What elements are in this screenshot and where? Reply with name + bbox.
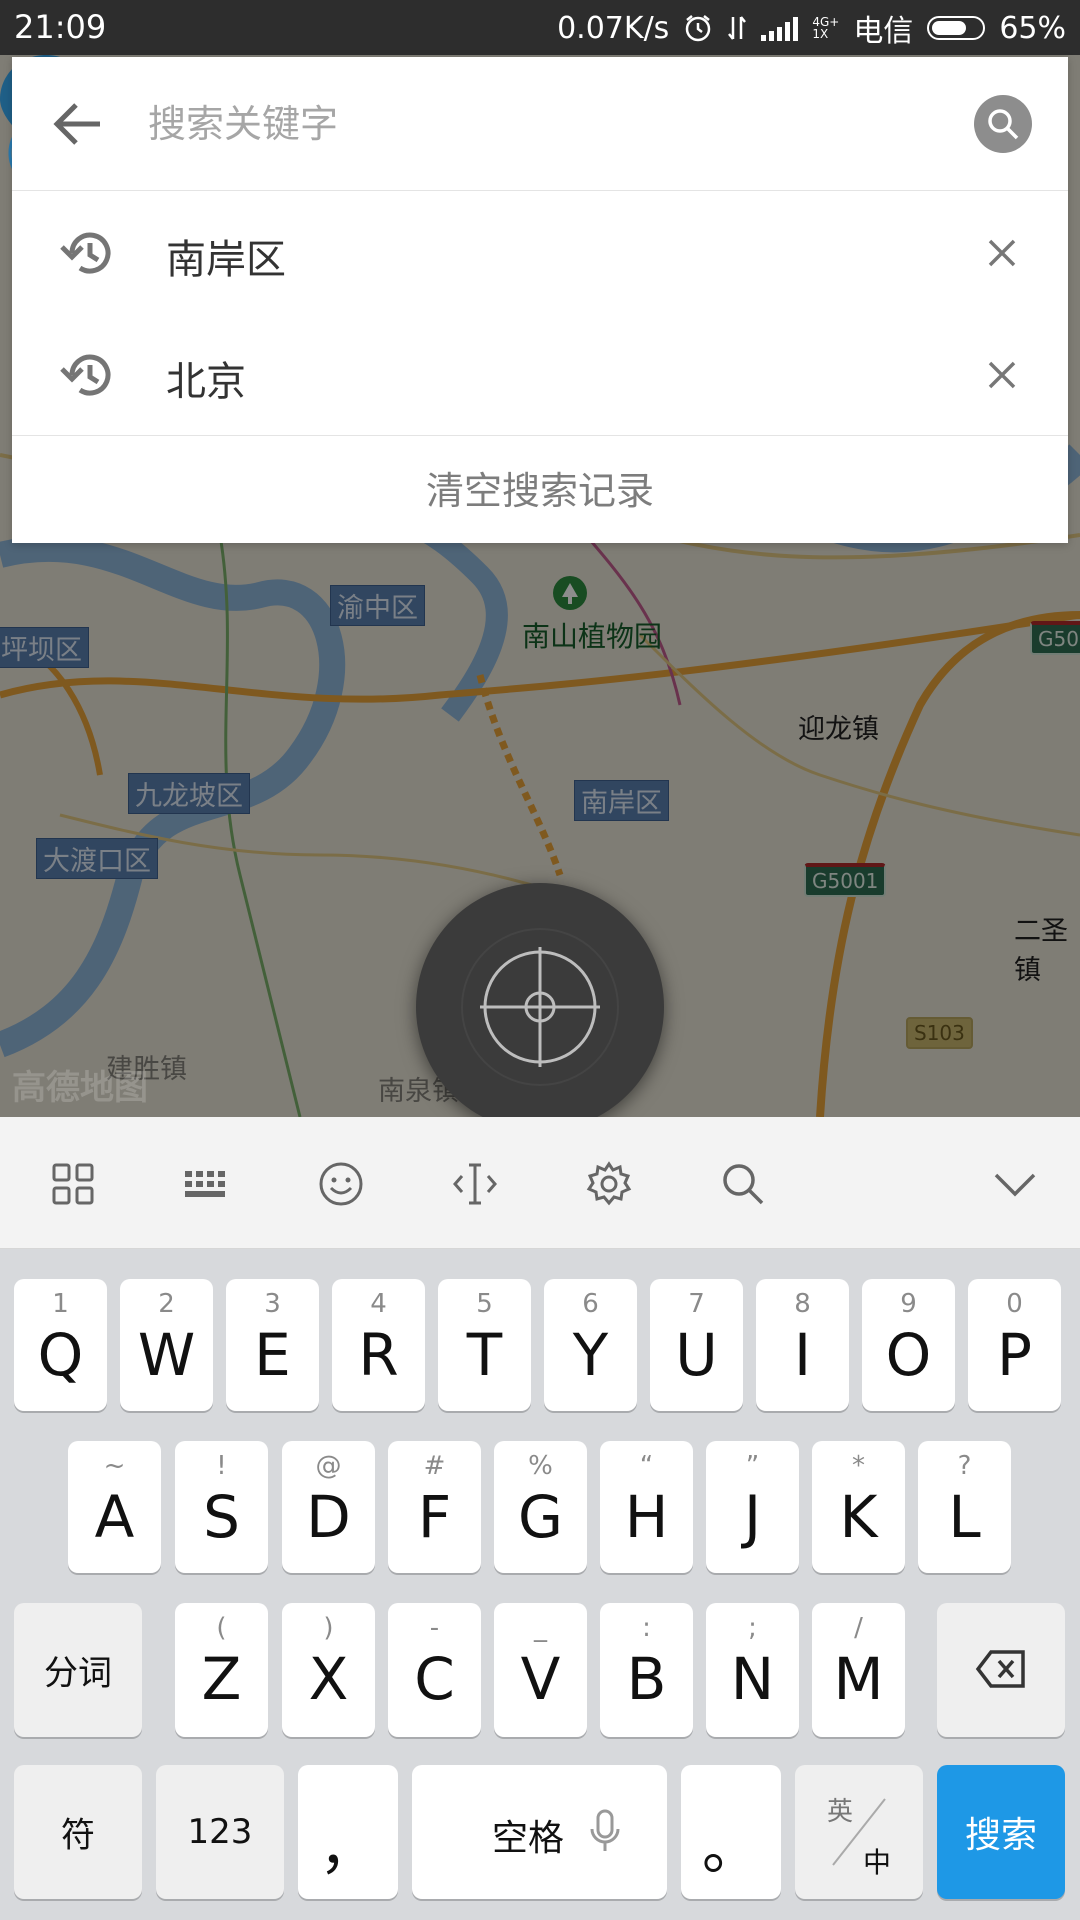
key-t[interactable]: 5T	[438, 1279, 531, 1411]
search-input[interactable]	[146, 93, 850, 155]
history-icon	[60, 232, 111, 274]
alarm-icon	[686, 15, 711, 42]
clear-history-button[interactable]: 清空搜索记录	[12, 436, 1068, 546]
key-w[interactable]: 2W	[120, 1279, 213, 1411]
search-button[interactable]	[974, 95, 1032, 153]
battery-icon	[927, 16, 986, 40]
key-a[interactable]: ~ A	[68, 1441, 161, 1573]
key-e[interactable]: 3E	[226, 1279, 319, 1411]
key-m[interactable]: / M	[812, 1603, 905, 1737]
locate-button[interactable]	[416, 883, 664, 1117]
chevron-down-icon[interactable]	[992, 1161, 1038, 1207]
key-l[interactable]: ? L	[918, 1441, 1011, 1573]
key-z[interactable]: (Z	[175, 1603, 268, 1737]
key-y[interactable]: 6Y	[544, 1279, 637, 1411]
period-key[interactable]: 。	[681, 1765, 781, 1899]
key-q[interactable]: 1Q	[14, 1279, 107, 1411]
key-c[interactable]: -C	[388, 1603, 481, 1737]
key-g[interactable]: % G	[494, 1441, 587, 1573]
key-p[interactable]: 0P	[968, 1279, 1061, 1411]
keyboard-toolbar	[0, 1117, 1080, 1249]
microphone-icon	[590, 1809, 620, 1851]
crosshair-icon	[461, 928, 619, 1086]
gear-icon[interactable]	[586, 1161, 632, 1207]
key-b[interactable]: :B	[600, 1603, 693, 1737]
search-icon	[988, 109, 1019, 140]
battery-percent: 65%	[999, 10, 1066, 46]
search-panel: 南岸区 北京 清空搜索记录	[12, 57, 1068, 543]
network-speed: 0.07K/s	[557, 10, 670, 46]
keyboard: 1Q 2W 3E 4R 5T 6Y 7U 8I 9O 0P ~ A ! S @ D #…	[0, 1249, 1080, 1920]
back-arrow-icon[interactable]	[52, 101, 102, 147]
numbers-key[interactable]: 123	[156, 1765, 284, 1899]
emoji-icon[interactable]	[318, 1161, 364, 1207]
key-n[interactable]: ; N	[706, 1603, 799, 1737]
carrier-name: 电信	[853, 14, 914, 49]
key-j[interactable]: ” J	[706, 1441, 799, 1573]
history-item-label: 南岸区	[166, 237, 286, 283]
key-x[interactable]: ) X	[282, 1603, 375, 1737]
key-f[interactable]: # F	[388, 1441, 481, 1573]
backspace-key[interactable]	[937, 1603, 1065, 1737]
data-transfer-icon	[728, 16, 747, 40]
key-h[interactable]: “H	[600, 1441, 693, 1573]
search-icon[interactable]	[720, 1161, 766, 1207]
segment-key[interactable]: 分词	[14, 1603, 142, 1737]
search-bar	[12, 57, 1068, 191]
signal-icon	[761, 15, 799, 41]
key-s[interactable]: ! S	[175, 1441, 268, 1573]
key-u[interactable]: 7U	[650, 1279, 743, 1411]
key-o[interactable]: 9O	[862, 1279, 955, 1411]
map-watermark: 高德地图	[12, 1068, 148, 1108]
key-r[interactable]: 4R	[332, 1279, 425, 1411]
search-enter-key[interactable]: 搜索	[937, 1765, 1065, 1899]
status-time: 21:09	[14, 8, 107, 46]
close-icon[interactable]	[984, 357, 1020, 393]
key-v[interactable]: _ V	[494, 1603, 587, 1737]
comma-key[interactable]: ，	[298, 1765, 398, 1899]
history-icon	[60, 354, 111, 396]
language-switch-key[interactable]: 英 中	[795, 1765, 923, 1899]
network-type-tag: 4G+ 1X	[812, 15, 840, 41]
key-k[interactable]: * K	[812, 1441, 905, 1573]
key-d[interactable]: @ D	[282, 1441, 375, 1573]
grid-menu-icon[interactable]	[50, 1161, 96, 1207]
history-item[interactable]: 南岸区	[12, 191, 1068, 313]
backspace-icon	[975, 1650, 1025, 1688]
key-i[interactable]: 8I	[756, 1279, 849, 1411]
symbols-key[interactable]: 符	[14, 1765, 142, 1899]
cursor-edit-icon[interactable]	[452, 1161, 498, 1207]
history-item[interactable]: 北京	[12, 313, 1068, 435]
close-icon[interactable]	[984, 235, 1020, 271]
status-bar: 21:09 0.07K/s 4G+ 1X 电信 65%	[0, 0, 1080, 55]
history-item-label: 北京	[166, 359, 246, 405]
space-key[interactable]: 空格	[412, 1765, 667, 1899]
keyboard-layout-icon[interactable]	[183, 1161, 229, 1207]
